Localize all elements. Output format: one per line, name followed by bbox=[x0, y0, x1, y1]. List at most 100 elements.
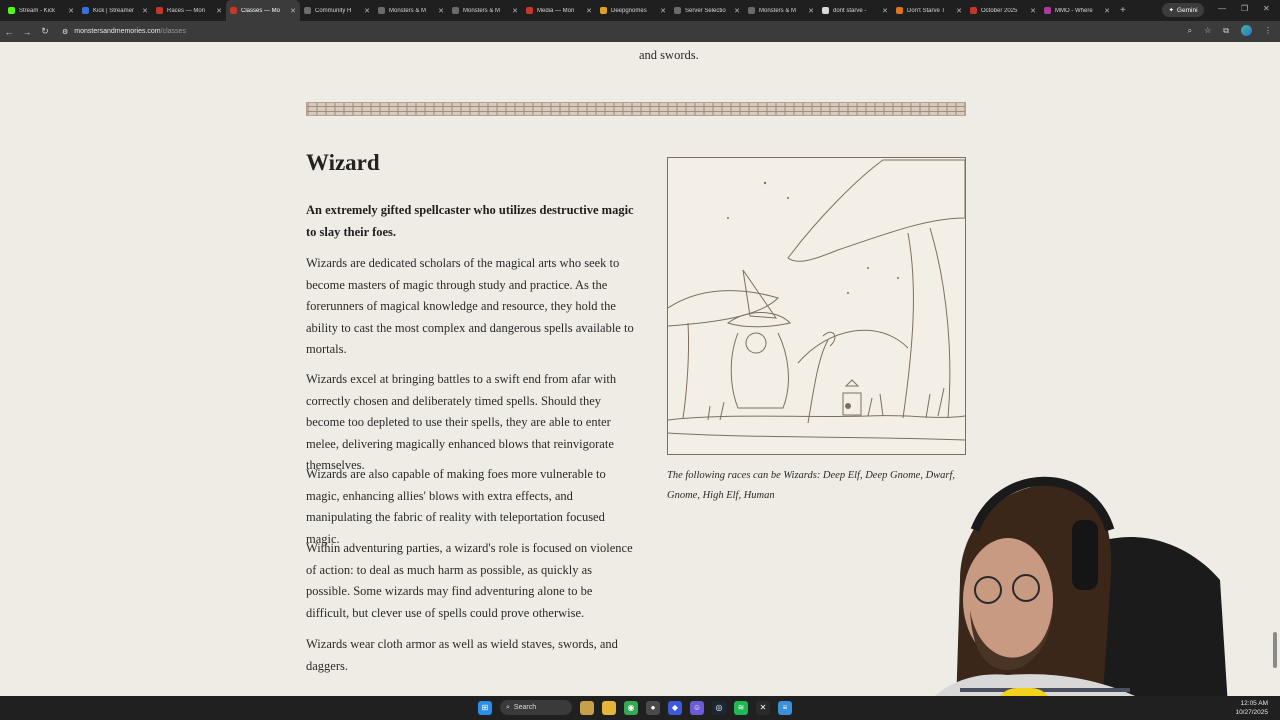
restore-icon[interactable]: ❐ bbox=[1241, 4, 1248, 13]
taskbar-search-label: Search bbox=[513, 704, 537, 711]
browser-tab[interactable]: MMO - Where ✕ bbox=[1040, 0, 1114, 21]
browser-tab[interactable]: Monsters & M ✕ bbox=[744, 0, 818, 21]
browser-tab[interactable]: Kick | Streamer ✕ bbox=[78, 0, 152, 21]
tab-close-icon[interactable]: ✕ bbox=[808, 7, 814, 15]
tab-label: Media — Mon bbox=[537, 7, 575, 14]
tab-close-icon[interactable]: ✕ bbox=[142, 7, 148, 15]
tab-close-icon[interactable]: ✕ bbox=[956, 7, 962, 15]
tab-favicon-icon bbox=[156, 7, 163, 14]
forward-icon[interactable]: → bbox=[18, 27, 36, 37]
zoom-icon[interactable]: ⌕ bbox=[1188, 26, 1192, 36]
tab-close-icon[interactable]: ✕ bbox=[882, 7, 888, 15]
url-field[interactable]: ⚙ monstersandmemories.com/classes bbox=[62, 28, 186, 36]
tab-favicon-icon bbox=[674, 7, 681, 14]
tab-label: dont starve - bbox=[833, 7, 867, 14]
browser-tab[interactable]: Monsters & M ✕ bbox=[374, 0, 448, 21]
reload-icon[interactable]: ↻ bbox=[36, 26, 54, 37]
tab-favicon-icon bbox=[748, 7, 755, 14]
file-explorer-icon[interactable] bbox=[602, 700, 616, 715]
browser-tab[interactable]: Don't Starve T ✕ bbox=[892, 0, 966, 21]
new-tab-button[interactable]: + bbox=[1120, 5, 1126, 16]
widgets-icon[interactable] bbox=[580, 700, 594, 715]
browser-tab[interactable]: Community H ✕ bbox=[300, 0, 374, 21]
minimize-icon[interactable]: — bbox=[1218, 4, 1226, 13]
gemini-label: Gemini bbox=[1176, 6, 1198, 14]
tab-close-icon[interactable]: ✕ bbox=[1104, 7, 1110, 15]
tab-close-icon[interactable]: ✕ bbox=[68, 7, 74, 15]
webcam-overlay bbox=[900, 470, 1245, 696]
windows-start-icon[interactable]: ⊞ bbox=[478, 700, 492, 715]
tab-favicon-icon bbox=[822, 7, 829, 14]
app-icon-x[interactable]: ✕ bbox=[756, 700, 770, 715]
tab-label: Server Selectio bbox=[685, 7, 726, 14]
url-path: /classes bbox=[160, 28, 186, 35]
discord-icon[interactable]: ☺ bbox=[690, 700, 704, 715]
tab-label: Community H bbox=[315, 7, 352, 14]
browser-tab[interactable]: Stream - Kick ✕ bbox=[4, 0, 78, 21]
page-content: and swords. Wizard An extremely gifted s… bbox=[0, 42, 1280, 696]
tab-favicon-icon bbox=[452, 7, 459, 14]
gemini-icon: ✦ bbox=[1168, 7, 1174, 14]
tab-label: MMO - Where bbox=[1055, 7, 1093, 14]
wizard-illustration bbox=[667, 157, 966, 455]
tab-favicon-icon bbox=[304, 7, 311, 14]
tab-favicon-icon bbox=[526, 7, 533, 14]
search-icon: ⌕ bbox=[506, 703, 510, 711]
tab-close-icon[interactable]: ✕ bbox=[734, 7, 740, 15]
menu-icon[interactable]: ⋮ bbox=[1264, 26, 1272, 35]
close-window-icon[interactable]: ✕ bbox=[1263, 4, 1270, 13]
tab-favicon-icon bbox=[600, 7, 607, 14]
streamer-graphic bbox=[934, 476, 1228, 696]
steam-icon[interactable]: ◎ bbox=[712, 700, 726, 715]
ornamental-divider bbox=[306, 102, 966, 116]
app-icon-shield[interactable]: ◆ bbox=[668, 700, 682, 715]
tab-label: Monsters & M bbox=[759, 7, 797, 14]
tab-favicon-icon bbox=[896, 7, 903, 14]
browser-tab[interactable]: Classes — Mo ✕ bbox=[226, 0, 300, 21]
url-domain: monstersandmemories.com bbox=[74, 28, 161, 35]
browser-tab[interactable]: dont starve - ✕ bbox=[818, 0, 892, 21]
clock-time: 12:05 AM bbox=[1240, 700, 1268, 707]
os-taskbar: ⊞ ⌕ Search ◉ ● ◆ ☺ ◎ ≋ ✕ ≡ 12:05 AM 10/2… bbox=[0, 696, 1280, 720]
tab-close-icon[interactable]: ✕ bbox=[290, 7, 296, 15]
taskbar-search[interactable]: ⌕ Search bbox=[500, 700, 572, 715]
class-heading: Wizard bbox=[306, 150, 380, 175]
tab-close-icon[interactable]: ✕ bbox=[364, 7, 370, 15]
tab-strip: Stream - Kick ✕ Kick | Streamer ✕ Races — Mo… bbox=[0, 0, 1280, 21]
profile-avatar[interactable] bbox=[1241, 25, 1252, 36]
tab-favicon-icon bbox=[1044, 7, 1051, 14]
bookmark-star-icon[interactable]: ☆ bbox=[1204, 26, 1211, 35]
system-clock[interactable]: 12:05 AM 10/27/2025 bbox=[1235, 699, 1268, 717]
browser-tab[interactable]: Deepgnomes ✕ bbox=[596, 0, 670, 21]
back-icon[interactable]: ← bbox=[0, 27, 18, 37]
tab-label: Races — Mon bbox=[167, 7, 206, 14]
notepad-icon[interactable]: ≡ bbox=[778, 700, 792, 715]
tab-close-icon[interactable]: ✕ bbox=[660, 7, 666, 15]
tab-close-icon[interactable]: ✕ bbox=[1030, 7, 1036, 15]
tab-close-icon[interactable]: ✕ bbox=[216, 7, 222, 15]
site-info-icon[interactable]: ⚙ bbox=[62, 28, 68, 36]
extensions-icon[interactable]: ⧉ bbox=[1223, 26, 1229, 36]
tab-favicon-icon bbox=[378, 7, 385, 14]
spotify-icon[interactable]: ≋ bbox=[734, 700, 748, 715]
tab-favicon-icon bbox=[8, 7, 15, 14]
tab-close-icon[interactable]: ✕ bbox=[512, 7, 518, 15]
page-scrollbar-thumb[interactable] bbox=[1273, 632, 1277, 668]
tab-close-icon[interactable]: ✕ bbox=[586, 7, 592, 15]
chrome-icon[interactable]: ◉ bbox=[624, 700, 638, 715]
description-paragraph-4: Within adventuring parties, a wizard's r… bbox=[306, 541, 633, 620]
tab-label: October 2025 bbox=[981, 7, 1018, 14]
tab-close-icon[interactable]: ✕ bbox=[438, 7, 444, 15]
tab-label: Monsters & M bbox=[389, 7, 427, 14]
gemini-button[interactable]: ✦ Gemini bbox=[1162, 3, 1204, 17]
browser-tab[interactable]: Server Selectio ✕ bbox=[670, 0, 744, 21]
browser-tab[interactable]: Monsters & M ✕ bbox=[448, 0, 522, 21]
previous-section-text: and swords. bbox=[639, 48, 699, 62]
browser-tab[interactable]: Media — Mon ✕ bbox=[522, 0, 596, 21]
browser-tab[interactable]: October 2025 ✕ bbox=[966, 0, 1040, 21]
app-icon-obs[interactable]: ● bbox=[646, 700, 660, 715]
wizard-sketch-graphic bbox=[667, 159, 966, 441]
class-summary: An extremely gifted spellcaster who util… bbox=[306, 203, 634, 239]
tab-label: Deepgnomes bbox=[611, 7, 647, 14]
browser-tab[interactable]: Races — Mon ✕ bbox=[152, 0, 226, 21]
